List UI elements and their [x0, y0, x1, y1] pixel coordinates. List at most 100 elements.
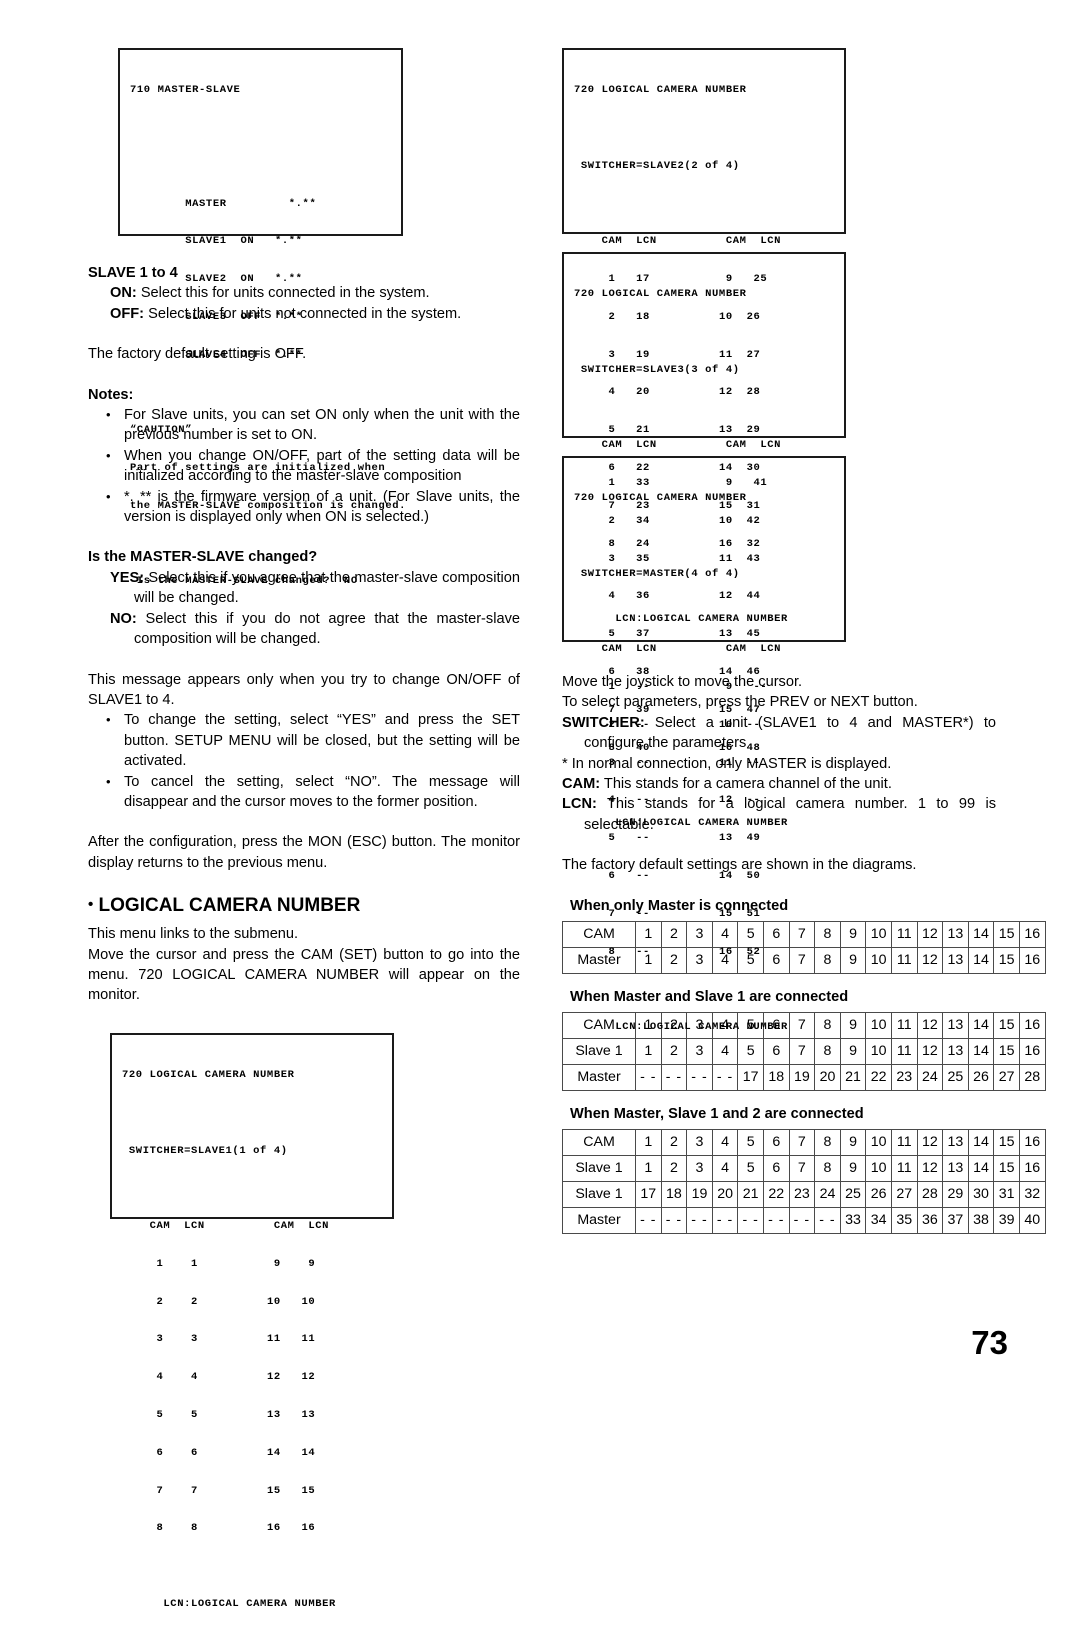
osd-720-footer: LCN:LOGICAL CAMERA NUMBER	[163, 1597, 336, 1610]
table-row: Slave 1 1 2 3 4 5 6 7 8 9 10 11 12 13 14…	[562, 1037, 1046, 1065]
cell: 3	[686, 1154, 713, 1182]
cell: 10	[865, 946, 892, 974]
cell: 2	[660, 1037, 688, 1065]
osd-720-switcher: SWITCHER=SLAVE2(2 of 4)	[574, 159, 740, 172]
cell: 29	[942, 1180, 969, 1208]
cell: 13	[942, 920, 969, 948]
cell: 2	[660, 1128, 688, 1156]
cell: 1	[635, 920, 662, 948]
cell: 27	[993, 1063, 1020, 1091]
cell: 12	[916, 1011, 944, 1039]
cell: 15	[993, 1154, 1020, 1182]
cell: 9	[839, 1011, 867, 1039]
osd-720-data-row: 6 6 14 14	[156, 1446, 316, 1459]
cell: 5	[737, 1154, 764, 1182]
joystick-line: Move the joystick to move the cursor.	[562, 674, 803, 690]
cell: 9	[839, 946, 867, 974]
cell: 16	[1018, 1154, 1046, 1182]
cell: 17	[737, 1063, 764, 1091]
cell: 14	[967, 1037, 995, 1065]
cell: 31	[993, 1180, 1020, 1208]
cell: 10	[865, 920, 892, 948]
cell: 14	[967, 1128, 995, 1156]
cell: 13	[942, 1154, 969, 1182]
cell: - -	[686, 1063, 713, 1091]
cell: 12	[916, 1154, 944, 1182]
cell: 7	[788, 1011, 816, 1039]
cell: 8	[814, 946, 841, 974]
cell: 6	[762, 920, 790, 948]
cell: - -	[711, 1206, 739, 1234]
cell: 22	[865, 1063, 892, 1091]
cell: 7	[788, 1154, 816, 1182]
cell: 1	[635, 1154, 662, 1182]
cell: 24	[916, 1063, 944, 1091]
osd-720-switcher: SWITCHER=MASTER(4 of 4)	[574, 567, 740, 580]
manual-page: 710 MASTER-SLAVE MASTER *.** SLAVE1 ON *…	[0, 0, 1080, 1610]
cell: 5	[737, 1128, 764, 1156]
cell: 37	[942, 1206, 969, 1234]
cell: - -	[635, 1206, 662, 1234]
select-parameters-line: To select parameters, press the PREV or …	[562, 694, 918, 711]
cell: 14	[967, 946, 995, 974]
yes-text: Select this if you agree that the master…	[134, 569, 520, 607]
factory-default-paragraph: The factory default setting is OFF.	[88, 346, 307, 363]
table-row: Slave 1 17 18 19 20 21 22 23 24 25 26 27…	[562, 1180, 1046, 1208]
osd-720-switcher: SWITCHER=SLAVE1(1 of 4)	[122, 1144, 288, 1157]
cam-definition: CAM: This stands for a camera channel of…	[562, 774, 996, 794]
cell: 23	[788, 1180, 816, 1208]
osd-screen-720-slave2: 720 LOGICAL CAMERA NUMBER SWITCHER=SLAVE…	[562, 48, 846, 625]
cell: 39	[993, 1206, 1020, 1234]
osd-720-switcher: SWITCHER=SLAVE3(3 of 4)	[574, 363, 740, 376]
factory-diagrams-paragraph: The factory default settings are shown i…	[562, 857, 917, 874]
switcher-definition: SWITCHER: Select a unit (SLAVE1 to 4 and…	[562, 713, 996, 754]
osd-720-title: 720 LOGICAL CAMERA NUMBER	[574, 492, 747, 505]
cell: 11	[890, 1154, 918, 1182]
osd-720-data-row: 1 1 9 9	[156, 1257, 316, 1270]
cell: 22	[762, 1180, 790, 1208]
cell: 36	[916, 1206, 944, 1234]
cell: 6	[762, 1154, 790, 1182]
table-row: Slave 1 1 2 3 4 5 6 7 8 9 10 11 12 13 14…	[562, 1154, 1046, 1182]
cell: 9	[839, 920, 867, 948]
osd-screen-710-master-slave: 710 MASTER-SLAVE MASTER *.** SLAVE1 ON *…	[118, 48, 405, 587]
cell: 18	[762, 1063, 790, 1091]
no-option-line: NO: Select this if you do not agree that…	[110, 609, 520, 650]
cell: - -	[762, 1206, 790, 1234]
cell: 24	[814, 1180, 841, 1208]
cell: 15	[993, 1037, 1020, 1065]
cell: 3	[686, 1037, 713, 1065]
lcn-label: LCN:	[562, 796, 597, 813]
cell: 14	[967, 1011, 995, 1039]
cell: 35	[890, 1206, 918, 1234]
logical-camera-number-heading: • LOGICAL CAMERA NUMBER	[88, 893, 520, 918]
notes-heading: Notes:	[88, 386, 134, 403]
cell: 33	[839, 1206, 867, 1234]
cell: 18	[660, 1180, 688, 1208]
cell: - -	[686, 1206, 713, 1234]
cell: 26	[865, 1180, 892, 1208]
osd-710-row-master: MASTER *.**	[185, 197, 317, 210]
cell: 7	[788, 946, 816, 974]
cell: 9	[839, 1154, 867, 1182]
cell: 5	[737, 920, 764, 948]
cell: - -	[711, 1063, 739, 1091]
cell: 6	[762, 946, 790, 974]
on-text: Select this for units connected in the s…	[136, 285, 430, 302]
off-option-line: OFF: Select this for units not connected…	[110, 304, 520, 324]
switcher-footnote: * In normal connection, only MASTER is d…	[562, 755, 892, 772]
table-caption-master-slave1-slave2: When Master, Slave 1 and 2 are connected	[570, 1105, 864, 1122]
message-appears-paragraph: This message appears only when you try t…	[88, 671, 520, 708]
message-bullet-list: To change the setting, select “YES” and …	[88, 710, 520, 812]
row-label: Slave 1	[562, 1180, 636, 1208]
cell: - -	[788, 1206, 816, 1234]
cell: 15	[993, 1011, 1020, 1039]
left-column: 710 MASTER-SLAVE MASTER *.** SLAVE1 ON *…	[88, 48, 520, 1610]
cell: 25	[942, 1063, 969, 1091]
cell: 20	[814, 1063, 841, 1091]
cell: 11	[890, 946, 918, 974]
cell: 27	[890, 1180, 918, 1208]
bullet-dot-icon: •	[88, 896, 94, 914]
cell: 3	[686, 920, 713, 948]
message-bullet-item: To change the setting, select “YES” and …	[102, 710, 520, 771]
